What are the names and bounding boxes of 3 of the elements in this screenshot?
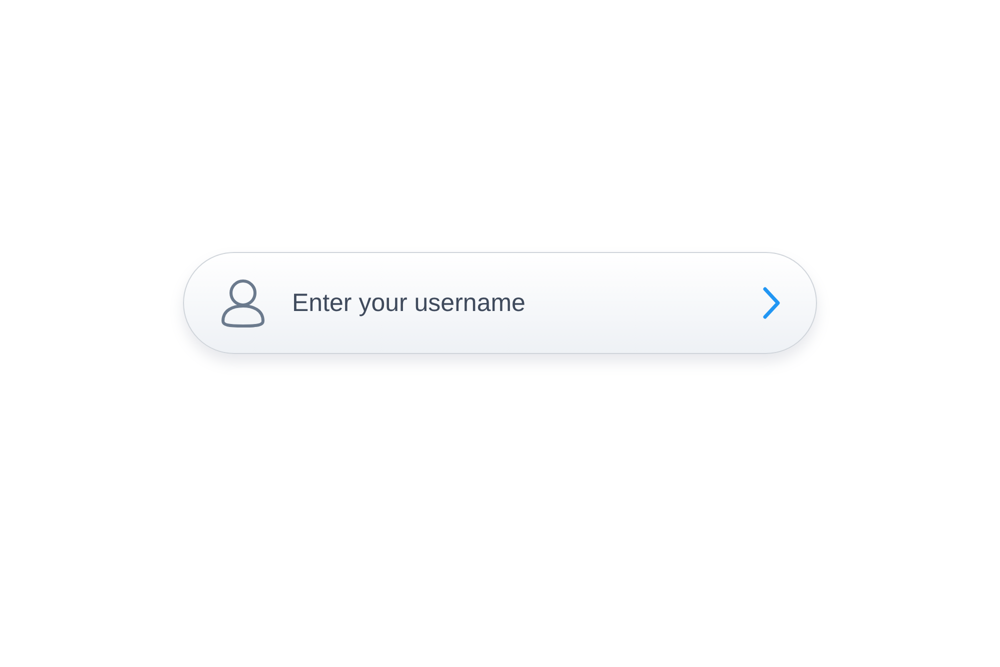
user-icon (220, 278, 266, 328)
username-field[interactable]: Enter your username (290, 288, 758, 318)
chevron-icon (762, 286, 782, 320)
